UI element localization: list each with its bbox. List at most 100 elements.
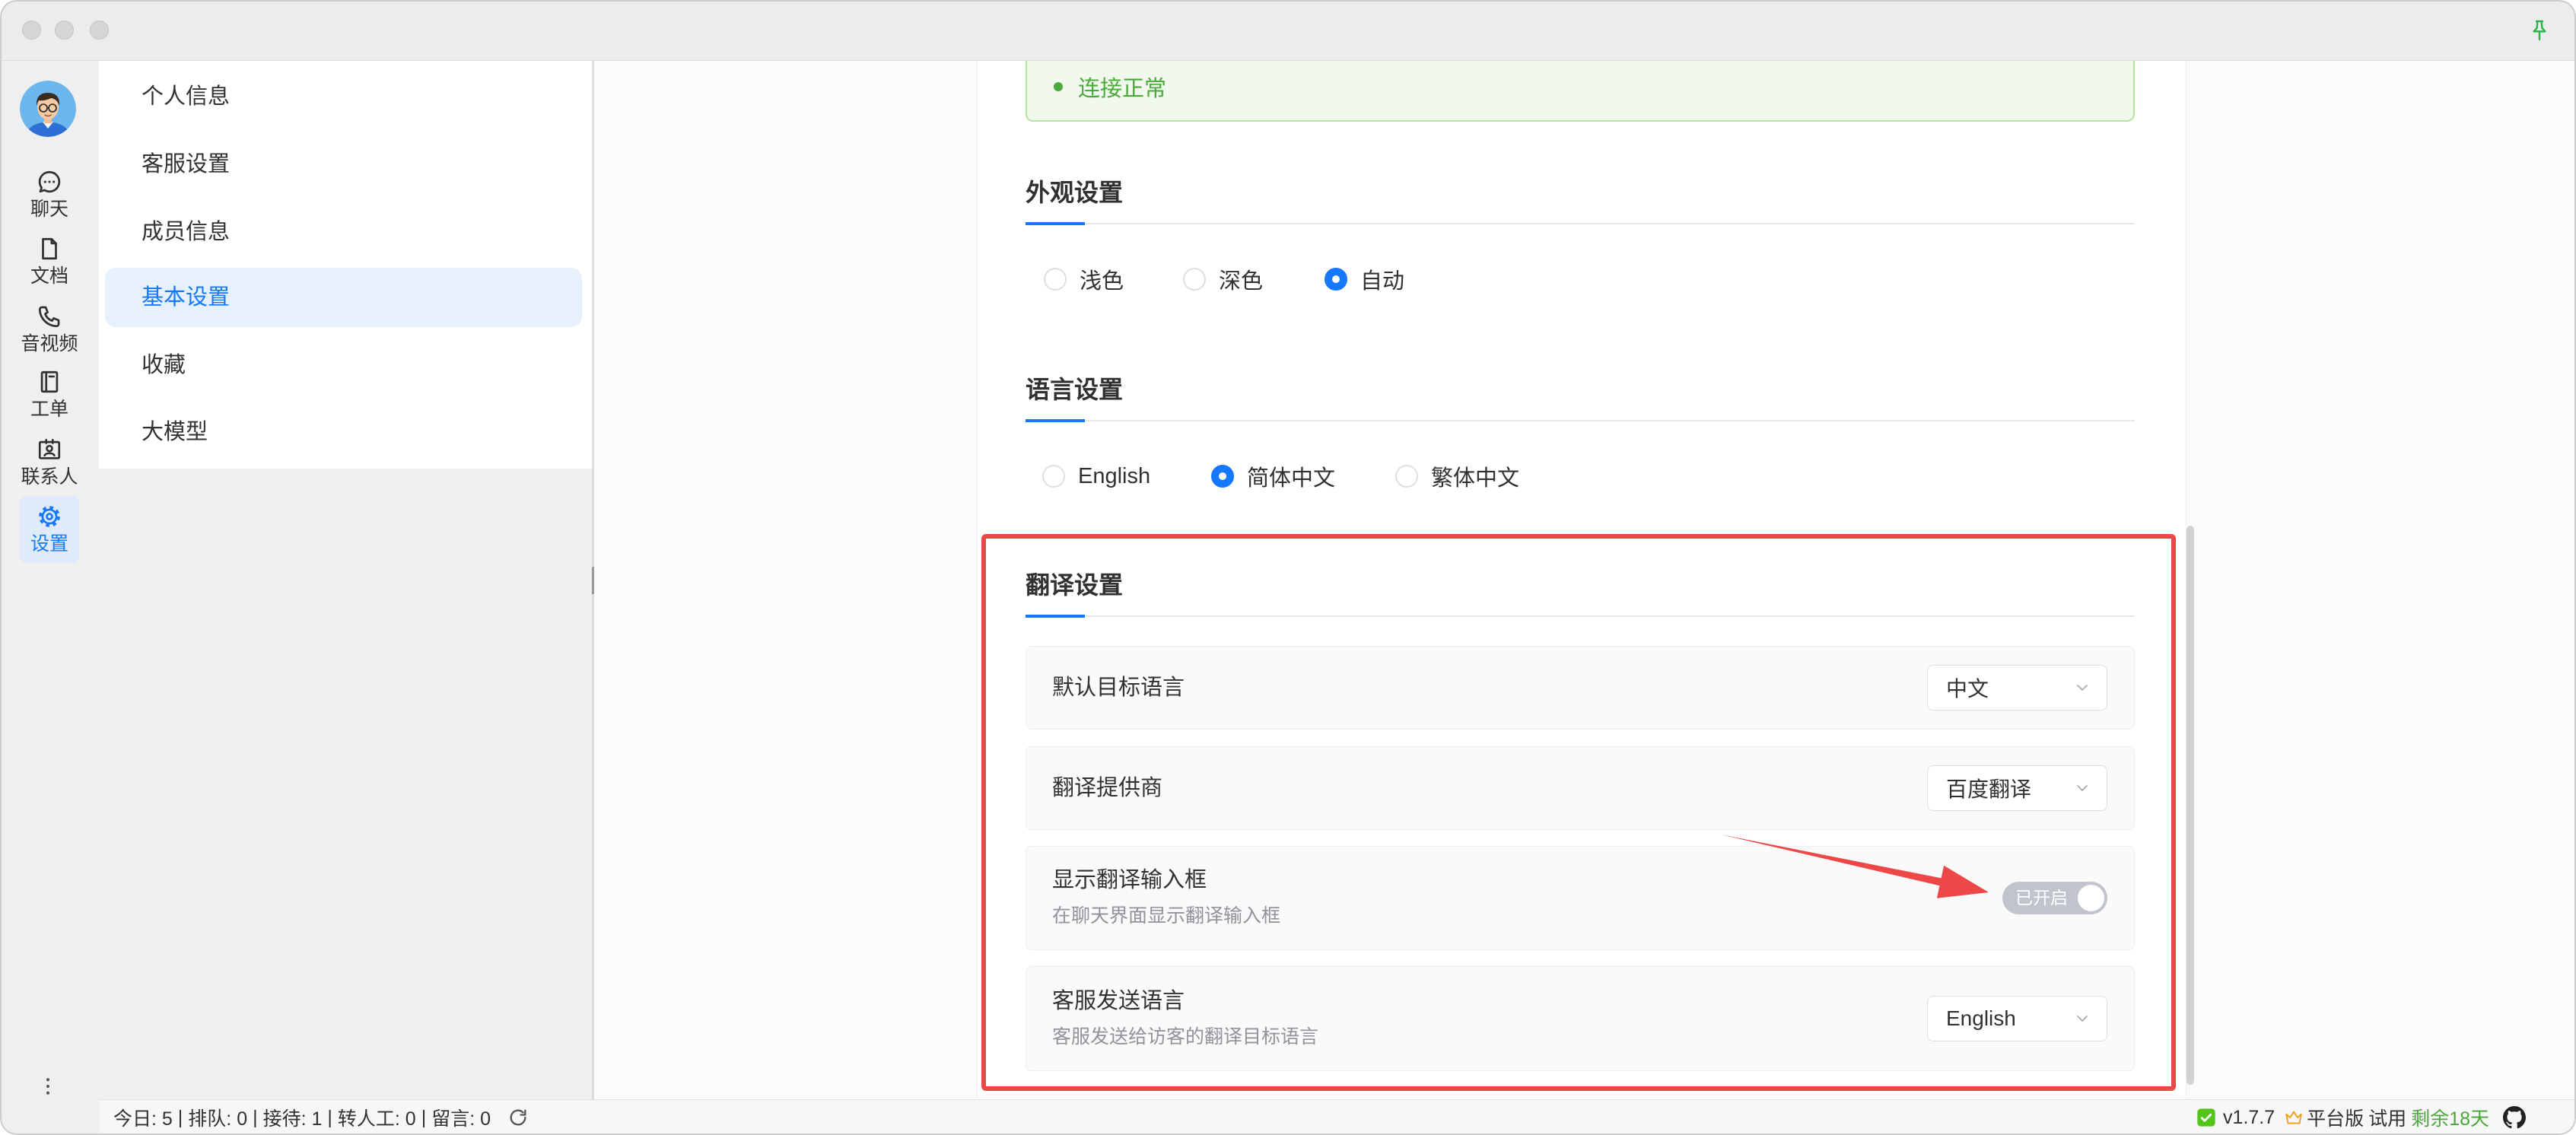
section-divider-accent <box>1026 222 1085 225</box>
menu-item-basic-settings[interactable]: 基本设置 <box>105 268 582 327</box>
language-radio-english[interactable]: English <box>1042 461 1150 491</box>
translation-provider-select[interactable]: 百度翻译 <box>1927 765 2107 811</box>
nav-item-label: 联系人 <box>21 466 78 488</box>
language-radio-traditional-chinese[interactable]: 繁体中文 <box>1395 461 1519 491</box>
theme-radio-light[interactable]: 浅色 <box>1044 264 1124 294</box>
theme-radio-dark[interactable]: 深色 <box>1183 264 1263 294</box>
app-window: 聊天 文档 音视频 工单 联系人 设置 个人信息 客服设置 成员信息 基本设置 … <box>0 0 2576 1135</box>
trial-remaining: 剩余18天 <box>2411 1108 2489 1130</box>
setting-row-text: 默认目标语言 <box>1052 675 1185 701</box>
stat-serving: 接待: 1 <box>262 1108 323 1130</box>
radio-indicator[interactable] <box>1044 268 1067 291</box>
radio-label: 繁体中文 <box>1431 466 1520 491</box>
stat-separator: | <box>421 1106 427 1128</box>
document-icon <box>42 237 57 260</box>
radio-indicator[interactable] <box>1325 268 1347 291</box>
nav-item-audio-video[interactable]: 音视频 <box>20 296 79 363</box>
github-icon[interactable] <box>2503 1106 2526 1129</box>
select-value: English <box>1946 1006 2016 1030</box>
setting-description: 客服发送给访客的翻译目标语言 <box>1052 1025 1319 1048</box>
stat-separator: | <box>327 1106 332 1128</box>
section-divider-accent <box>1026 419 1085 422</box>
zoom-window-button[interactable] <box>90 21 109 40</box>
menu-item-profile[interactable]: 个人信息 <box>105 67 582 126</box>
show-translation-input-toggle[interactable]: 已开启 <box>2002 882 2107 914</box>
agent-send-language-select[interactable]: English <box>1927 996 2107 1041</box>
connection-status-text: 连接正常 <box>1078 77 1167 101</box>
content-scrollbar[interactable] <box>2186 526 2194 1085</box>
stat-messages: 留言: 0 <box>431 1108 491 1130</box>
appearance-section-title: 外观设置 <box>1026 179 1124 206</box>
crown-icon <box>2285 1111 2302 1124</box>
menu-item-members[interactable]: 成员信息 <box>105 202 582 262</box>
chevron-down-icon <box>2077 1016 2088 1022</box>
settings-menu: 个人信息 客服设置 成员信息 基本设置 收藏 大模型 <box>99 61 592 1099</box>
nav-item-tickets[interactable]: 工单 <box>20 361 79 428</box>
check-icon <box>2197 1108 2215 1127</box>
section-divider-accent <box>1026 615 1085 618</box>
status-bar-right: v1.7.7 平台版 试用 剩余18天 <box>2196 1100 2526 1135</box>
toggle-knob <box>2078 885 2104 911</box>
translation-section-title: 翻译设置 <box>1026 571 1124 599</box>
language-radio-simplified-chinese[interactable]: 简体中文 <box>1211 461 1335 491</box>
menu-item-llm[interactable]: 大模型 <box>105 402 582 462</box>
nav-item-contacts[interactable]: 联系人 <box>20 429 79 496</box>
setting-label: 翻译提供商 <box>1052 776 1163 800</box>
ticket-icon <box>40 370 59 393</box>
close-window-button[interactable] <box>22 21 41 40</box>
status-dot-icon <box>1054 82 1063 91</box>
radio-indicator[interactable] <box>1183 268 1206 291</box>
minimize-window-button[interactable] <box>55 21 74 40</box>
main-content: 连接正常 外观设置 浅色 深色 自动 语言设置 English 简体中文 繁体中… <box>594 61 2576 1099</box>
contacts-icon <box>38 438 61 459</box>
nav-item-settings[interactable]: 设置 <box>20 496 79 563</box>
connection-status-alert: 连接正常 <box>1026 61 2135 122</box>
menu-item-service-settings[interactable]: 客服设置 <box>105 135 582 194</box>
stat-today: 今日: 5 <box>113 1108 173 1130</box>
more-vertical-icon[interactable] <box>37 1075 59 1098</box>
stat-transfer: 转人工: 0 <box>337 1108 416 1130</box>
section-divider <box>1026 222 2135 225</box>
setting-row-text: 显示翻译输入框 在聊天界面显示翻译输入框 <box>1052 867 1280 929</box>
theme-radio-auto[interactable]: 自动 <box>1325 264 1404 294</box>
settings-menu-panel: 个人信息 客服设置 成员信息 基本设置 收藏 大模型 <box>99 61 592 469</box>
avatar[interactable] <box>20 81 76 137</box>
setting-label: 默认目标语言 <box>1052 676 1185 700</box>
radio-label: 深色 <box>1219 269 1264 294</box>
radio-label: English <box>1078 463 1151 488</box>
toggle-state-text: 已开启 <box>2015 888 2068 908</box>
pin-icon[interactable] <box>2527 18 2552 43</box>
nav-item-chat[interactable]: 聊天 <box>20 161 79 228</box>
settings-card: 连接正常 外观设置 浅色 深色 自动 语言设置 English 简体中文 繁体中… <box>978 61 2186 1099</box>
refresh-icon[interactable] <box>507 1107 529 1128</box>
status-bar: 今日: 5 | 排队: 0 | 接待: 1 | 转人工: 0 | 留言: 0 v… <box>99 1099 2576 1135</box>
trial-label: 试用 <box>2368 1108 2407 1130</box>
setting-label: 显示翻译输入框 <box>1052 868 1207 892</box>
nav-item-documents[interactable]: 文档 <box>20 228 79 295</box>
default-target-language-select[interactable]: 中文 <box>1927 665 2107 711</box>
nav-item-label: 文档 <box>30 265 68 287</box>
gear-icon <box>39 506 60 527</box>
chat-icon <box>38 170 61 193</box>
nav-item-label: 设置 <box>30 533 68 555</box>
section-divider <box>1026 419 2135 422</box>
select-value: 中文 <box>1946 677 1989 701</box>
radio-indicator[interactable] <box>1211 465 1234 488</box>
stat-separator: | <box>253 1106 258 1128</box>
nav-item-label: 聊天 <box>30 199 68 220</box>
chevron-down-icon <box>2077 685 2088 691</box>
radio-indicator[interactable] <box>1042 465 1065 488</box>
select-value: 百度翻译 <box>1946 777 2032 801</box>
setting-row-text: 客服发送语言 客服发送给访客的翻译目标语言 <box>1052 988 1318 1050</box>
radio-label: 自动 <box>1360 269 1405 294</box>
setting-row-default-target-language: 默认目标语言 中文 <box>1026 646 2135 730</box>
stat-queue: 排队: 0 <box>188 1108 248 1130</box>
section-divider <box>1026 615 2135 618</box>
radio-indicator[interactable] <box>1395 465 1418 488</box>
radio-label: 简体中文 <box>1247 466 1336 491</box>
setting-row-text: 翻译提供商 <box>1052 775 1162 801</box>
setting-row-agent-send-language: 客服发送语言 客服发送给访客的翻译目标语言 English <box>1026 966 2135 1071</box>
setting-label: 客服发送语言 <box>1052 988 1185 1013</box>
phone-icon <box>38 306 60 328</box>
menu-item-favorites[interactable]: 收藏 <box>105 335 582 395</box>
